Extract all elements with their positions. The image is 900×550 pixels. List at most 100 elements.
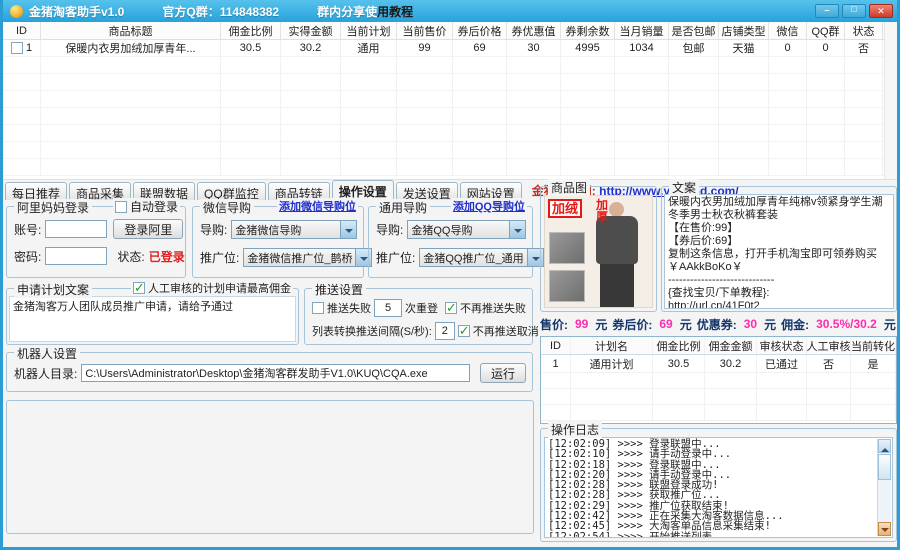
wechat-promo-select[interactable]: 金猪微信推广位_鹊桥 [243,248,372,267]
price-label: 券后价: [612,316,652,333]
minimize-button[interactable] [815,4,839,18]
log-line: [12:02:54] >>>> 开始推送列表... [548,532,876,538]
qq-guide-select[interactable]: 金猪QQ导购 [407,220,526,239]
plan-copy-title: 申请计划文案 [14,281,92,298]
plan-cell: 1 [541,355,571,372]
tab[interactable]: QQ群监控 [197,182,266,200]
plan-col-header[interactable]: 当前转化 [851,337,896,354]
product-col-header[interactable]: 当月销量 [615,22,669,39]
product-table-row[interactable]: 1保暖内衣男加绒加厚青年...30.530.2通用99693049951034包… [3,40,897,57]
plan-col-header[interactable]: 计划名 [571,337,653,354]
tab[interactable]: 每日推荐 [5,182,67,200]
wechat-promo-value: 金猪微信推广位_鹊桥 [244,250,355,266]
account-input[interactable] [45,220,107,238]
table-scrollbar[interactable] [884,22,897,180]
qq-guide-title: 通用导购 [376,199,430,216]
run-button[interactable]: 运行 [480,363,526,383]
log-group: 操作日志 [12:02:09] >>>> 登录联盟中...[12:02:10] … [540,428,897,542]
copywriting-title: 文案 [669,179,699,196]
product-col-header[interactable]: 当前售价 [397,22,453,39]
copy-line: 【在售价:99】 [668,222,890,235]
login-alimama-button[interactable]: 登录阿里 [113,219,183,239]
plan-col-header[interactable]: 审核状态 [757,337,807,354]
product-table-empty-row [3,142,897,159]
titlebar: 金猪淘客助手v1.0 官方Q群：114848382 群内分享使用教程 [3,0,897,22]
product-table-empty-row [3,108,897,125]
plan-copy-textarea[interactable]: 金猪淘客万人团队成员推广申请，请给予通过 [9,296,296,342]
wechat-guide-select[interactable]: 金猪微信导购 [231,220,357,239]
product-thumbnail [549,232,585,264]
scroll-thumb[interactable] [878,454,891,480]
product-col-header[interactable]: 微信 [769,22,807,39]
price-label: 优惠券: [697,316,737,333]
log-box: [12:02:09] >>>> 登录联盟中...[12:02:10] >>>> … [544,437,893,538]
qq-guide-value: 金猪QQ导购 [408,222,509,238]
product-table-head: ID商品标题佣金比例实得金额当前计划当前售价券后价格券优惠值券剩余数当月销量是否… [3,22,897,40]
plan-col-header[interactable]: 佣金比例 [653,337,705,354]
copy-textarea[interactable]: 保暖内衣男加绒加厚青年纯棉v领紧身学生潮冬季男士秋衣秋裤套装【在售价:99】【券… [664,194,894,309]
product-cell: 69 [453,40,507,56]
auto-login-checkbox[interactable] [115,201,127,213]
plan-table-empty-row [541,389,896,405]
auto-login-label: 自动登录 [130,198,178,215]
copy-line: 保暖内衣男加绒加厚青年纯棉v领紧身学生潮冬季男士秋衣秋裤套装 [668,196,890,222]
product-col-header[interactable]: 店铺类型 [719,22,769,39]
product-col-header[interactable]: 券后价格 [453,22,507,39]
plan-table-row[interactable]: 1通用计划30.530.2已通过否是 [541,355,896,373]
password-input[interactable] [45,247,107,265]
robot-path-input[interactable] [81,364,470,382]
price-bar: 售价:99元券后价:69元优惠券:30元佣金:30.5%/30.2元 [540,315,897,333]
qq-promo-value: 金猪QQ推广位_通用 [420,250,526,266]
product-col-header[interactable]: QQ群 [807,22,845,39]
login-status-value: 已登录 [149,248,185,265]
product-col-header[interactable]: 状态 [845,22,883,39]
plan-table-head: ID计划名佣金比例佣金金额审核状态人工审核当前转化 [541,337,896,355]
product-col-header[interactable]: ID [3,22,41,39]
product-col-header[interactable]: 佣金比例 [221,22,281,39]
close-button[interactable] [869,4,893,18]
interval-input[interactable] [435,322,455,340]
product-col-header[interactable]: 实得金额 [281,22,341,39]
add-wechat-promo-link[interactable]: 添加微信导购位 [279,198,356,214]
product-cell: 通用 [341,40,397,56]
chevron-down-icon[interactable] [509,221,525,238]
tab[interactable]: 操作设置 [332,180,394,200]
share-tutorial-label: 群内分享使用教程 [317,3,413,20]
price-unit: 元 [680,316,692,333]
product-col-header[interactable]: 券剩余数 [561,22,615,39]
scroll-up-button[interactable] [878,439,891,453]
product-col-header[interactable]: 当前计划 [341,22,397,39]
product-col-header[interactable]: 是否包邮 [669,22,719,39]
product-col-header[interactable]: 券优惠值 [507,22,561,39]
no-push-fail-checkbox[interactable] [445,302,457,314]
qq-promo-label: 推广位: [376,249,415,266]
plan-col-header[interactable]: ID [541,337,571,354]
plan-col-header[interactable]: 人工审核 [807,337,851,354]
tab[interactable]: 发送设置 [396,182,458,200]
push-fail-checkbox[interactable] [312,302,324,314]
copy-line: {查找宝贝/下单教程}: [668,287,890,300]
no-push-cancel-checkbox[interactable] [458,325,470,337]
plan-col-header[interactable]: 佣金金额 [705,337,757,354]
add-qq-promo-link[interactable]: 添加QQ导购位 [453,198,525,214]
manual-review-checkbox[interactable] [133,282,145,294]
alimama-group-title: 阿里妈妈登录 [14,199,92,216]
no-push-cancel-label: 不再推送取消 [473,323,539,339]
window-controls [815,4,893,18]
no-push-fail-label: 不再推送失败 [460,300,526,316]
retry-count-input[interactable] [374,299,402,317]
qq-guide-label: 导购: [376,221,403,238]
scroll-down-button[interactable] [878,522,891,536]
bottom-left-panel [6,400,534,534]
interval-label: 列表转换推送间隔(S/秒): [312,323,432,339]
robot-settings-title: 机器人设置 [14,345,80,362]
qq-promo-select[interactable]: 金猪QQ推广位_通用 [419,248,543,267]
product-cell: 保暖内衣男加绒加厚青年... [41,40,221,56]
plan-copy-group: 申请计划文案 人工审核的计划申请最高佣金 金猪淘客万人团队成员推广申请，请给予通… [6,288,299,345]
product-col-header[interactable]: 商品标题 [41,22,221,39]
chevron-down-icon[interactable] [340,221,356,238]
row-checkbox[interactable] [11,42,23,54]
maximize-button[interactable] [842,4,866,18]
wechat-promo-label: 推广位: [200,249,239,266]
qq-guide-group: 通用导购 添加QQ导购位 导购: 金猪QQ导购 推广位: 金猪QQ推广位_通用 [368,206,533,278]
